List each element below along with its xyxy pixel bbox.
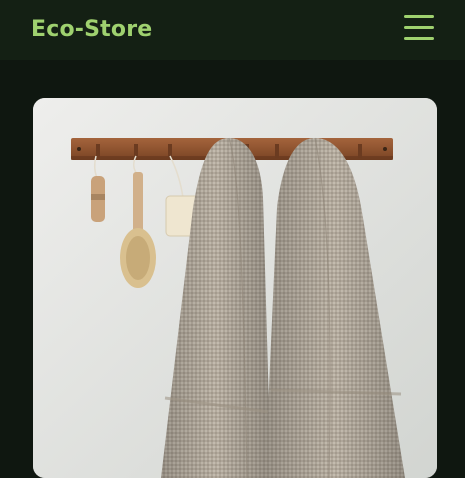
hero-image[interactable] [33, 98, 437, 478]
menu-bar-middle [404, 26, 434, 29]
towels-photo-illustration [33, 98, 437, 478]
brand-logo[interactable]: Eco-Store [31, 14, 152, 46]
menu-bar-bottom [404, 37, 434, 40]
hamburger-menu-icon[interactable] [403, 14, 435, 42]
menu-bar-top [404, 15, 434, 18]
top-navbar: Eco-Store [0, 0, 465, 60]
